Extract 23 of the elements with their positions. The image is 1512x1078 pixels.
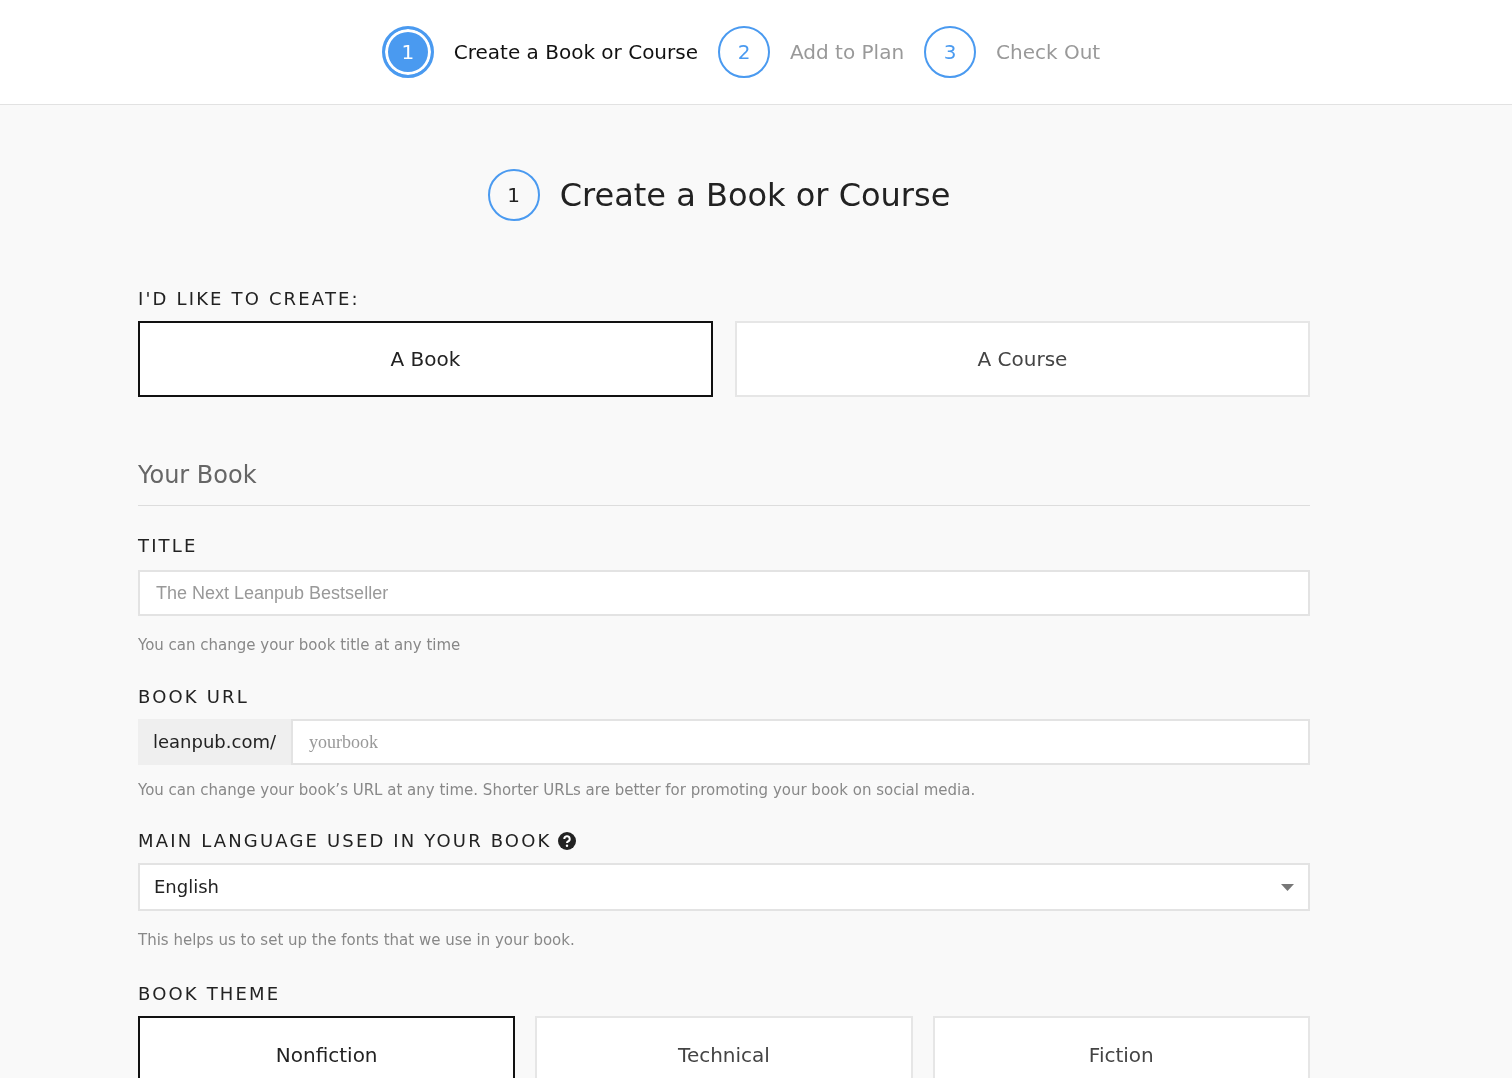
- url-prefix: leanpub.com/: [138, 718, 291, 765]
- heading-number: 1: [487, 169, 540, 221]
- page-heading: Create a Book or Course: [559, 175, 951, 216]
- choice-button[interactable]: Fiction: [932, 1015, 1310, 1078]
- help-text: You can change your book title at any time: [138, 635, 462, 656]
- choice-button[interactable]: A Course: [735, 321, 1310, 397]
- choice-button[interactable]: Technical: [535, 1015, 913, 1078]
- step-label[interactable]: Create a Book or Course: [453, 38, 698, 66]
- help-text: This helps us to set up the fonts that we use in your book.: [138, 930, 576, 951]
- field-label: MAIN LANGUAGE USED IN YOUR BOOK: [138, 829, 552, 853]
- section-title: Your Book: [138, 459, 1310, 506]
- choice-button[interactable]: Nonfiction: [138, 1015, 516, 1078]
- field-label: TITLE: [138, 535, 198, 556]
- field-label: BOOK THEME: [138, 982, 281, 1004]
- help-text: You can change your book’s URL at any time. Shorter URLs are better for promoting your book on social media.: [138, 779, 977, 801]
- field-label: BOOK URL: [138, 685, 249, 707]
- choice-button[interactable]: A Book: [138, 321, 713, 397]
- help-icon[interactable]: [557, 832, 576, 850]
- field-label: I'D LIKE TO CREATE:: [138, 288, 360, 309]
- url-input[interactable]: yourbook: [291, 718, 1310, 765]
- language-select[interactable]: English: [138, 863, 1310, 911]
- title-input[interactable]: The Next Leanpub Bestseller: [138, 570, 1310, 616]
- caret-icon: [1281, 883, 1294, 891]
